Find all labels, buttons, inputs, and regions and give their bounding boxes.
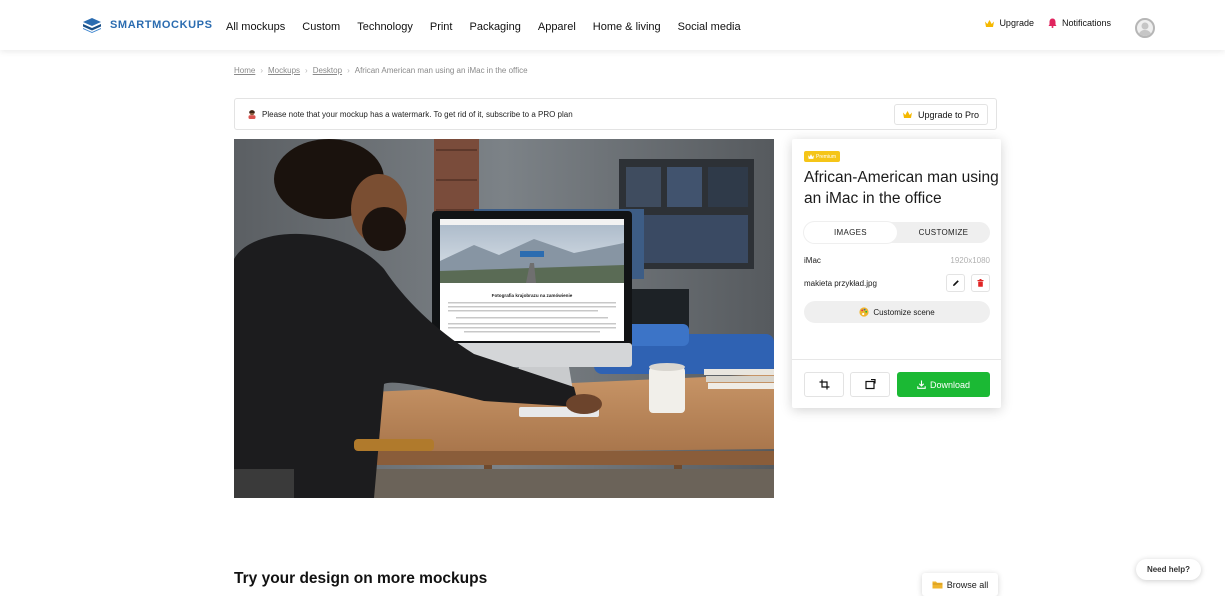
- customize-scene-button[interactable]: Customize scene: [804, 301, 990, 323]
- premium-badge-label: Premium: [816, 153, 837, 160]
- nav-technology[interactable]: Technology: [357, 21, 413, 33]
- palette-icon: [859, 307, 869, 317]
- upgrade-to-pro-button[interactable]: Upgrade to Pro: [893, 104, 988, 125]
- folder-icon: [932, 581, 943, 589]
- premium-badge: Premium: [804, 151, 841, 162]
- upgrade-to-pro-label: Upgrade to Pro: [917, 109, 979, 120]
- breadcrumb-home[interactable]: Home: [234, 66, 255, 75]
- device-row: iMac 1920x1080: [804, 256, 990, 265]
- crown-icon: [902, 111, 912, 118]
- mockup-preview-image[interactable]: Fotografia krajobrazu na zamówienie: [234, 139, 774, 498]
- nav-packaging[interactable]: Packaging: [469, 21, 520, 33]
- screen-heading-text: Fotografia krajobrazu na zamówienie: [492, 293, 573, 298]
- crown-icon: [985, 19, 995, 27]
- tab-customize[interactable]: CUSTOMIZE: [897, 222, 990, 243]
- breadcrumb: Home › Mockups › Desktop › African Ameri…: [234, 66, 528, 75]
- browse-all-button[interactable]: Browse all: [922, 573, 998, 596]
- watermark-notice: Please note that your mockup has a water…: [234, 98, 997, 130]
- nav-home-living[interactable]: Home & living: [593, 21, 661, 33]
- mockup-side-panel: Premium African-American man using an iM…: [792, 139, 1001, 408]
- upgrade-label: Upgrade: [999, 18, 1034, 28]
- crown-icon: [808, 154, 814, 159]
- uploaded-file-row: makieta przykład.jpg: [804, 273, 990, 293]
- logo-icon: [83, 18, 101, 33]
- brand-name: SMARTMOCKUPS: [110, 19, 213, 31]
- download-label: Download: [929, 379, 971, 390]
- customize-scene-label: Customize scene: [873, 307, 935, 317]
- panel-tabs: IMAGES CUSTOMIZE: [804, 222, 990, 243]
- nav-social-media[interactable]: Social media: [678, 21, 741, 33]
- more-mockups-heading: Try your design on more mockups: [234, 570, 488, 587]
- breadcrumb-mockups[interactable]: Mockups: [268, 66, 300, 75]
- download-icon: [917, 380, 926, 389]
- browse-all-label: Browse all: [946, 579, 989, 590]
- top-navigation: SMARTMOCKUPS All mockups Custom Technolo…: [0, 0, 1225, 50]
- device-resolution: 1920x1080: [950, 256, 990, 265]
- breadcrumb-separator: ›: [260, 66, 264, 75]
- nav-print[interactable]: Print: [430, 21, 453, 33]
- notifications-link[interactable]: Notifications: [1048, 18, 1111, 28]
- upgrade-link[interactable]: Upgrade: [985, 18, 1034, 28]
- panel-divider: [792, 359, 1001, 360]
- trash-icon: [977, 279, 984, 287]
- breadcrumb-separator: ›: [305, 66, 308, 75]
- tab-images[interactable]: IMAGES: [804, 222, 897, 243]
- nav-all-mockups[interactable]: All mockups: [226, 21, 285, 33]
- person-emoji-icon: [248, 110, 256, 119]
- crop-button[interactable]: [804, 372, 844, 397]
- frame-swap-icon: [864, 379, 876, 390]
- delete-image-button[interactable]: [971, 274, 990, 292]
- uploaded-file-name: makieta przykład.jpg: [804, 278, 877, 288]
- change-background-button[interactable]: [850, 372, 890, 397]
- bell-icon: [1048, 18, 1057, 28]
- nav-apparel[interactable]: Apparel: [538, 21, 576, 33]
- need-help-button[interactable]: Need help?: [1136, 559, 1201, 580]
- crop-icon: [819, 379, 829, 390]
- breadcrumb-separator: ›: [347, 66, 350, 75]
- edit-image-button[interactable]: [946, 274, 965, 292]
- smartmockups-logo[interactable]: SMARTMOCKUPS: [82, 17, 213, 33]
- download-button[interactable]: Download: [897, 372, 990, 397]
- breadcrumb-current: African American man using an iMac in th…: [354, 66, 528, 75]
- notifications-label: Notifications: [1061, 18, 1111, 28]
- user-nav: Upgrade Notifications: [985, 18, 1125, 28]
- watermark-notice-text: Please note that your mockup has a water…: [262, 109, 573, 119]
- mockup-scene-illustration: Fotografia krajobrazu na zamówienie: [234, 139, 774, 498]
- device-name: iMac: [804, 256, 821, 265]
- nav-custom[interactable]: Custom: [302, 21, 340, 33]
- pencil-icon: [952, 280, 959, 286]
- mockup-title: African-American man using an iMac in th…: [804, 169, 999, 207]
- breadcrumb-desktop[interactable]: Desktop: [313, 66, 342, 75]
- avatar[interactable]: [1135, 18, 1155, 38]
- user-avatar-icon: [1138, 22, 1152, 36]
- main-nav: All mockups Custom Technology Print Pack…: [226, 21, 758, 33]
